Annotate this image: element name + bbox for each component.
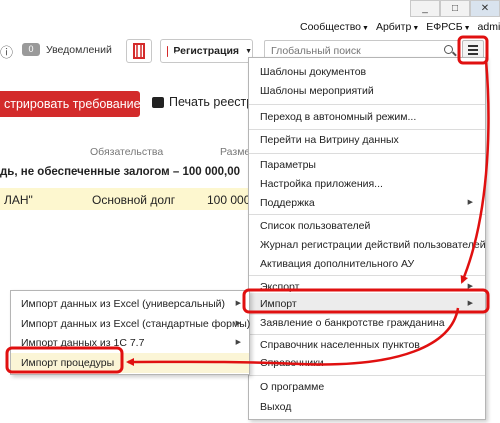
menu-item-support-label: Поддержка xyxy=(260,197,315,209)
submenu-arrow-icon: ▶ xyxy=(235,339,241,346)
column-header-obligations[interactable]: Обязательства xyxy=(90,146,163,158)
print-registry-label: Печать реестра xyxy=(169,95,261,109)
menu-item-offline-mode[interactable]: Переход в автономный режим... xyxy=(249,106,485,128)
menu-line xyxy=(468,49,478,51)
registration-label: Регистрация xyxy=(173,45,240,57)
window-controls: _ □ ✕ xyxy=(410,0,500,17)
help-button[interactable] xyxy=(126,39,152,63)
menu-item-about[interactable]: О программе xyxy=(249,376,485,398)
chevron-down-icon: ▼ xyxy=(412,25,420,32)
register-claim-button[interactable]: стрировать требование xyxy=(0,91,141,117)
submenu-arrow-icon: ▶ xyxy=(235,320,241,327)
community-link[interactable]: Сообщество▼ xyxy=(300,21,369,33)
submenu-item-excel-universal[interactable]: Импорт данных из Excel (универсальный) ▶ xyxy=(11,294,249,314)
chevron-down-icon: ▼ xyxy=(362,25,369,32)
menu-line xyxy=(468,45,478,47)
arbitr-link[interactable]: Арбитр▼ xyxy=(376,21,419,33)
table-cell-creditor: ЛАН" xyxy=(4,193,33,207)
minimize-button[interactable]: _ xyxy=(410,0,440,17)
efrsb-link[interactable]: ЕФРСБ▼ xyxy=(426,21,470,33)
top-links: Сообщество▼ Арбитр▼ ЕФРСБ▼ admin▼ xyxy=(300,19,500,35)
submenu-item-excel-standard-label: Импорт данных из Excel (стандартные форм… xyxy=(21,318,251,330)
menu-item-bankruptcy-statement[interactable]: Заявление о банкротстве гражданина xyxy=(249,312,485,334)
admin-label: admin xyxy=(477,21,500,33)
arbitr-label: Арбитр xyxy=(375,21,412,33)
submenu-item-excel-standard[interactable]: Импорт данных из Excel (стандартные форм… xyxy=(11,314,251,334)
lifebuoy-icon xyxy=(133,43,145,59)
print-registry-button[interactable]: Печать реестра xyxy=(152,95,260,109)
submenu-arrow-icon: ▶ xyxy=(467,199,473,206)
registration-button[interactable]: Регистрация ▼ xyxy=(160,39,253,63)
search-icon[interactable] xyxy=(444,45,453,54)
menu-item-support[interactable]: Поддержка ▶ xyxy=(249,192,485,214)
menu-item-activate-au[interactable]: Активация дополнительного АУ xyxy=(249,253,485,275)
menu-item-data-showcase[interactable]: Перейти на Витрину данных xyxy=(249,129,485,151)
submenu-arrow-icon: ▶ xyxy=(235,300,241,307)
group-row-title[interactable]: дь, не обеспеченные залогом – 100 000,00 xyxy=(0,166,240,178)
info-icon[interactable]: ⓘ xyxy=(0,42,13,60)
menu-item-exit[interactable]: Выход xyxy=(249,396,485,418)
submenu-item-1c-label: Импорт данных из 1С 7.7 xyxy=(21,337,145,349)
efrsb-label: ЕФРСБ xyxy=(426,21,463,33)
notifications-count-badge[interactable]: 0 xyxy=(22,43,40,56)
menu-line xyxy=(468,53,478,55)
chevron-down-icon: ▼ xyxy=(463,25,471,32)
menu-separator xyxy=(249,104,485,105)
close-window-button[interactable]: ✕ xyxy=(470,0,500,17)
menu-item-event-templates[interactable]: Шаблоны мероприятий xyxy=(249,80,485,102)
chevron-down-icon: ▼ xyxy=(245,47,252,55)
menu-item-import-label: Импорт xyxy=(260,298,297,310)
community-label: Сообщество xyxy=(300,21,361,33)
import-submenu: Импорт данных из Excel (универсальный) ▶ … xyxy=(10,290,250,375)
submenu-item-1c[interactable]: Импорт данных из 1С 7.7 ▶ xyxy=(11,333,249,353)
printer-icon xyxy=(152,96,164,108)
submenu-item-import-procedure[interactable]: Импорт процедуры xyxy=(11,353,249,373)
maximize-button[interactable]: □ xyxy=(440,0,470,17)
menu-item-export-label: Экспорт xyxy=(260,281,300,293)
admin-link[interactable]: admin▼ xyxy=(478,21,500,33)
notifications-label[interactable]: Уведомлений xyxy=(46,44,112,56)
menu-item-directories[interactable]: Справочники xyxy=(249,352,485,374)
table-cell-obligation: Основной долг xyxy=(92,193,176,207)
submenu-item-excel-universal-label: Импорт данных из Excel (универсальный) xyxy=(21,298,226,310)
main-menu-dropdown: Шаблоны документов Шаблоны мероприятий П… xyxy=(248,57,486,420)
